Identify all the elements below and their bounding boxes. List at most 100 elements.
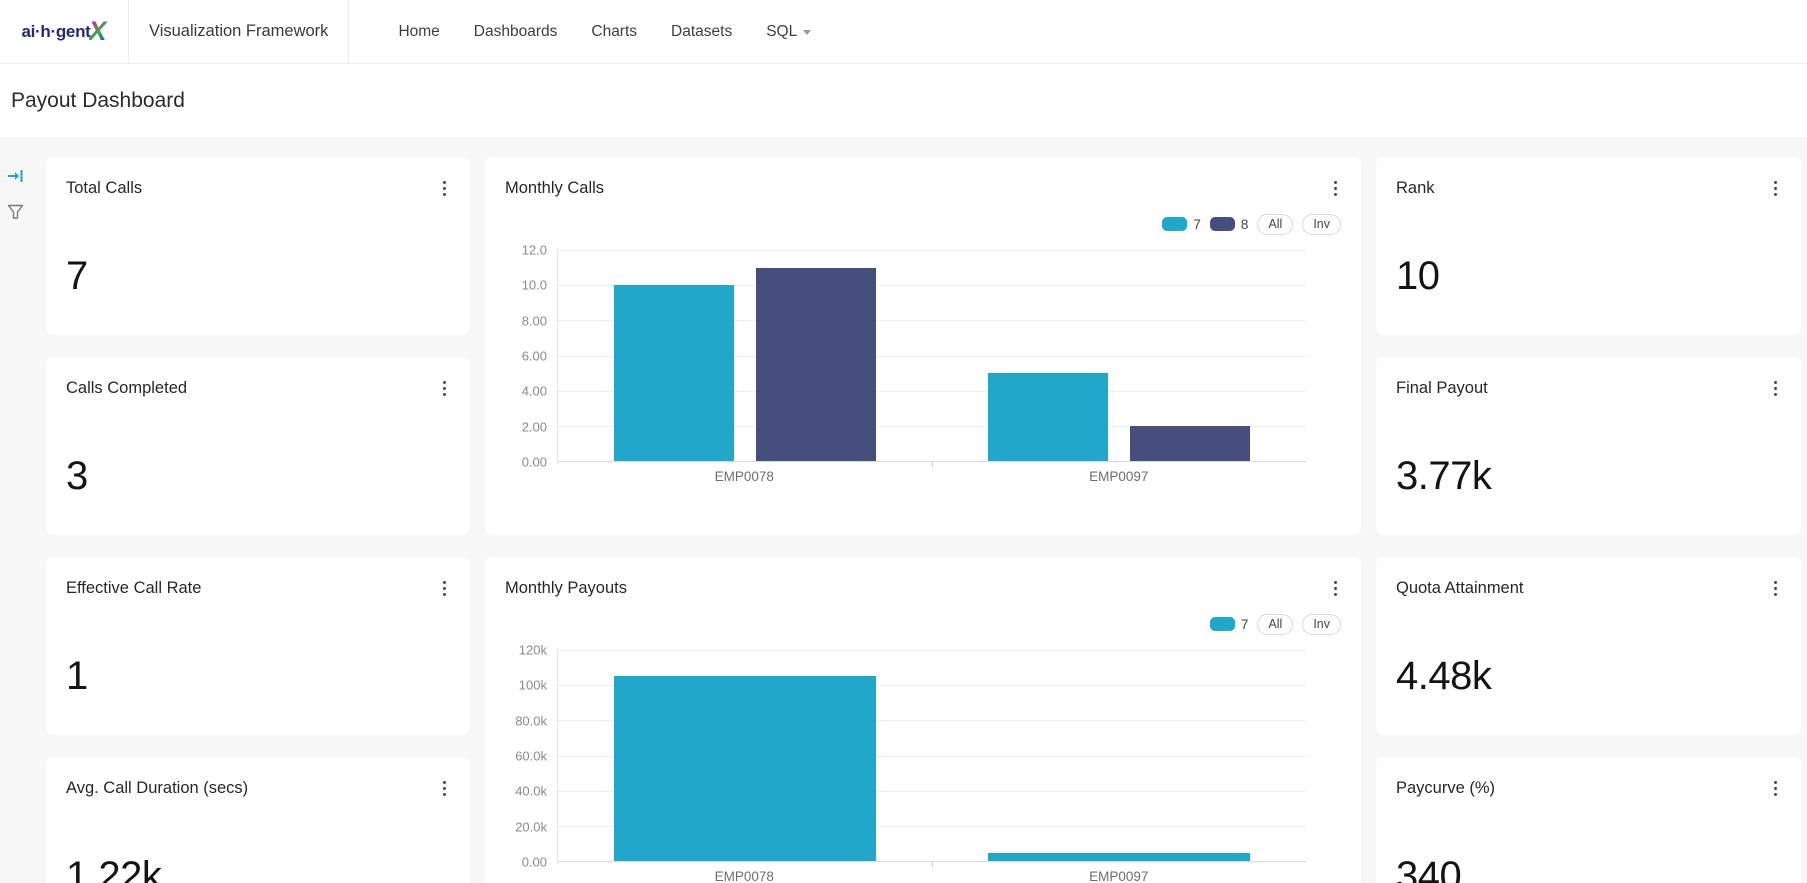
filter-button[interactable]	[4, 201, 26, 223]
bar-emp0097-series-7[interactable]	[988, 853, 1250, 861]
plot-bands	[558, 650, 1306, 861]
y-tick-label: 40.0k	[515, 783, 547, 799]
card-menu-button[interactable]	[439, 575, 450, 602]
nav-item-label: Dashboards	[473, 22, 558, 40]
card-menu-button[interactable]	[439, 175, 450, 202]
bar-emp0097-series-7[interactable]	[988, 373, 1108, 461]
y-tick-label: 100k	[518, 677, 547, 693]
y-tick-label: 8.00	[521, 313, 547, 329]
top-header: ai·h·gent X Visualization Framework Home D…	[0, 0, 1807, 64]
card-menu-button[interactable]	[1770, 775, 1781, 802]
legend-label: 7	[1240, 616, 1249, 632]
nav-item-label: SQL	[766, 22, 798, 40]
legend-swatch	[1209, 617, 1235, 631]
x-tick-label: EMP0097	[1089, 869, 1149, 883]
arrow-to-bar-icon	[7, 170, 22, 182]
bar-emp0078-series-8[interactable]	[756, 267, 876, 461]
x-axis-labels: EMP0078 EMP0097	[557, 869, 1306, 883]
nav-item-datasets[interactable]: Datasets	[671, 23, 732, 41]
legend-item-series-7[interactable]: 7	[1209, 616, 1249, 632]
y-axis: 120k 100k 80.0k 60.0k 40.0k 20.0k 0.00	[505, 643, 557, 870]
legend-label: 8	[1240, 216, 1249, 232]
card-menu-button[interactable]	[1330, 575, 1341, 602]
chart-legend: 7 All Inv	[505, 613, 1341, 635]
dashboard-grid: Total Calls 7 Calls Completed 3 Effectiv…	[33, 139, 1801, 883]
y-tick-label: 120k	[518, 642, 547, 658]
card-title: Final Payout	[1396, 379, 1488, 397]
category-band-emp0078	[558, 650, 932, 861]
nav-item-charts[interactable]: Charts	[591, 23, 637, 41]
y-tick-label: 4.00	[521, 383, 547, 399]
nav-item-sql[interactable]: SQL	[766, 22, 812, 41]
kpi-card-avg-call-duration: Avg. Call Duration (secs) 1.22k	[46, 757, 470, 883]
brand-logo-text: ai·h·gent	[21, 21, 91, 41]
x-tick-label: EMP0078	[714, 469, 774, 484]
legend-inv-button[interactable]: Inv	[1302, 213, 1341, 235]
chart-legend: 7 8 All Inv	[505, 213, 1341, 235]
card-title: Rank	[1396, 179, 1435, 197]
legend-all-button[interactable]: All	[1257, 613, 1294, 635]
bar-emp0078-series-7[interactable]	[614, 676, 876, 861]
page-title: Payout Dashboard	[11, 89, 185, 112]
bar-plot	[557, 650, 1306, 867]
card-title: Quota Attainment	[1396, 579, 1524, 597]
card-menu-button[interactable]	[1330, 175, 1341, 202]
card-menu-button[interactable]	[1770, 575, 1781, 602]
chart-card-monthly-payouts: Monthly Payouts 7 All Inv 120k 100k 80.0k 60.…	[485, 557, 1361, 883]
kpi-value: 1.22k	[66, 854, 162, 883]
kpi-card-effective-call-rate: Effective Call Rate 1	[46, 557, 470, 735]
plot-bands	[558, 250, 1306, 461]
category-band-emp0097	[932, 250, 1306, 461]
y-tick-label: 0.00	[521, 454, 547, 470]
x-axis-tick	[932, 461, 933, 467]
brand-logo[interactable]: ai·h·gent X	[0, 0, 129, 63]
card-title: Avg. Call Duration (secs)	[66, 779, 249, 797]
kpi-card-total-calls: Total Calls 7	[46, 157, 470, 335]
card-menu-button[interactable]	[1770, 375, 1781, 402]
y-tick-label: 6.00	[521, 348, 547, 364]
kpi-card-final-payout: Final Payout 3.77k	[1376, 357, 1801, 535]
app-title: Visualization Framework	[149, 22, 329, 40]
main-nav: Home Dashboards Charts Datasets SQL	[398, 0, 812, 63]
card-title: Total Calls	[66, 179, 143, 197]
legend-item-series-8[interactable]: 8	[1209, 216, 1249, 232]
legend-all-button[interactable]: All	[1257, 213, 1294, 235]
kpi-value: 10	[1396, 254, 1440, 298]
category-band-emp0078	[558, 250, 932, 461]
legend-inv-button[interactable]: Inv	[1302, 613, 1341, 635]
nav-item-dashboards[interactable]: Dashboards	[474, 23, 558, 41]
y-tick-label: 12.0	[521, 242, 547, 258]
y-tick-label: 2.00	[521, 419, 547, 435]
chevron-down-icon	[803, 30, 812, 35]
x-axis-labels: EMP0078 EMP0097	[557, 469, 1306, 484]
page-title-bar: Payout Dashboard	[0, 64, 1807, 139]
card-menu-button[interactable]	[439, 375, 450, 402]
card-title: Effective Call Rate	[66, 579, 202, 597]
kpi-value: 1	[66, 654, 88, 698]
bar-emp0097-series-8[interactable]	[1130, 425, 1250, 461]
legend-swatch	[1162, 217, 1188, 231]
y-tick-label: 80.0k	[515, 713, 547, 729]
app-title-box: Visualization Framework	[129, 0, 350, 63]
y-tick-label: 20.0k	[515, 819, 547, 835]
card-menu-button[interactable]	[439, 775, 450, 802]
kpi-card-quota-attainment: Quota Attainment 4.48k	[1376, 557, 1801, 735]
bar-emp0078-series-7[interactable]	[614, 285, 734, 461]
expand-filter-bar-button[interactable]	[4, 165, 26, 187]
brand-logo-x: X	[88, 16, 107, 46]
nav-item-home[interactable]: Home	[398, 23, 439, 41]
dashboard-content: Total Calls 7 Calls Completed 3 Effectiv…	[0, 139, 1807, 883]
kpi-value: 3	[66, 454, 88, 498]
y-tick-label: 10.0	[521, 277, 547, 293]
kpi-value: 340	[1396, 854, 1462, 883]
card-title: Calls Completed	[66, 379, 188, 397]
kpi-value: 4.48k	[1396, 654, 1492, 698]
y-tick-label: 60.0k	[515, 748, 547, 764]
chart-title: Monthly Payouts	[505, 579, 627, 597]
nav-item-label: Charts	[591, 22, 638, 40]
legend-item-series-7[interactable]: 7	[1162, 217, 1201, 232]
card-title: Paycurve (%)	[1396, 779, 1496, 797]
x-tick-label: EMP0097	[1089, 469, 1149, 484]
card-menu-button[interactable]	[1770, 175, 1781, 202]
x-tick-label: EMP0078	[714, 869, 774, 883]
